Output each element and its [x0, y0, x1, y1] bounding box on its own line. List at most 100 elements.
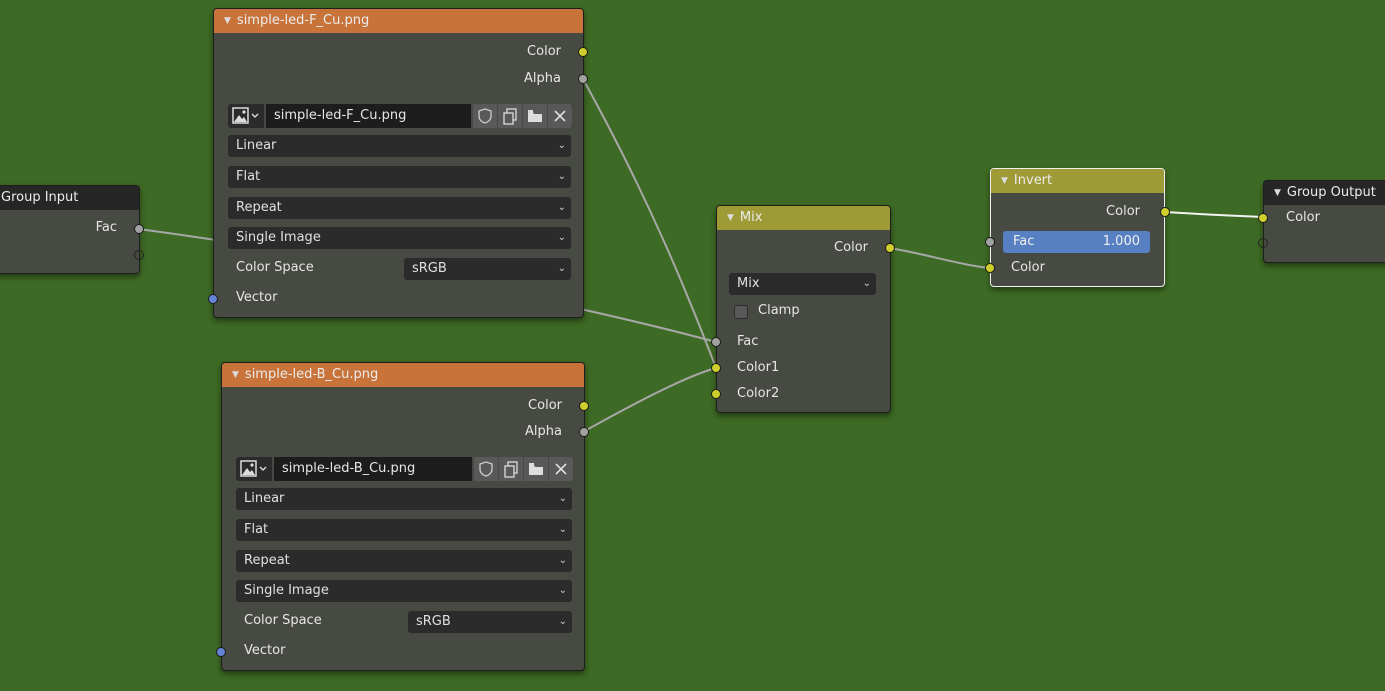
invert-node[interactable]: ▼ Invert Color Fac 1.000 Color: [985, 168, 1170, 287]
mix-color-output-socket[interactable]: [885, 243, 895, 253]
unlink-x-icon[interactable]: [548, 104, 572, 128]
chevron-down-icon: ⌄: [557, 171, 566, 182]
image-f-alpha-label: Alpha: [524, 71, 561, 86]
image-f-datablock[interactable]: simple-led-F_Cu.png: [228, 104, 572, 128]
image-f-projection-dropdown[interactable]: Flat ⌄: [228, 166, 571, 188]
image-f-color-space-value: sRGB: [412, 261, 447, 276]
link-imageF-alpha-to-mix-color1: [582, 78, 717, 369]
chevron-down-icon: ⌄: [558, 585, 567, 596]
chevron-down-icon: ⌄: [558, 616, 567, 627]
group-output-color-socket[interactable]: [1258, 213, 1268, 223]
image-b-datablock[interactable]: simple-led-B_Cu.png: [236, 457, 573, 481]
image-f-vector-label: Vector: [236, 290, 278, 305]
group-input-fac-socket[interactable]: [134, 224, 144, 234]
chevron-down-icon: ⌄: [557, 202, 566, 213]
mix-color1-input-socket[interactable]: [711, 363, 721, 373]
unlink-x-icon[interactable]: [549, 457, 573, 481]
mix-blend-mode-dropdown[interactable]: Mix ⌄: [729, 273, 876, 295]
fake-user-shield-icon[interactable]: [473, 104, 497, 128]
image-texture-node-f[interactable]: ▼ simple-led-F_Cu.png Color Alpha simple-…: [208, 8, 588, 318]
group-output-node[interactable]: ▼ Group Output Color: [1258, 180, 1385, 263]
collapse-arrow-icon[interactable]: ▼: [1274, 181, 1281, 205]
image-f-title: simple-led-F_Cu.png: [236, 13, 370, 28]
image-b-source-dropdown[interactable]: Single Image ⌄: [236, 580, 572, 602]
image-b-alpha-socket[interactable]: [579, 427, 589, 437]
image-b-interpolation-value: Linear: [244, 491, 285, 506]
clamp-checkbox[interactable]: [734, 305, 748, 319]
invert-fac-input-socket[interactable]: [985, 237, 995, 247]
mix-fac-input-socket[interactable]: [711, 337, 721, 347]
image-f-extension-dropdown[interactable]: Repeat ⌄: [228, 197, 571, 219]
image-f-source-dropdown[interactable]: Single Image ⌄: [228, 227, 571, 249]
image-b-header[interactable]: ▼ simple-led-B_Cu.png: [222, 363, 584, 387]
group-input-empty-socket[interactable]: [134, 250, 144, 260]
image-b-vector-socket[interactable]: [216, 647, 226, 657]
image-b-projection-value: Flat: [244, 522, 269, 537]
mix-color1-input-label: Color1: [737, 360, 780, 375]
image-f-color-socket[interactable]: [578, 47, 588, 57]
open-folder-icon[interactable]: [523, 104, 547, 128]
invert-fac-label: Fac: [1013, 234, 1035, 249]
mix-color-output-label: Color: [834, 240, 868, 255]
chevron-down-icon: ⌄: [557, 263, 566, 274]
group-input-node[interactable]: Group Input Fac: [0, 185, 144, 274]
link-invert-color-to-group-output: [1163, 211, 1265, 218]
image-b-name-field[interactable]: simple-led-B_Cu.png: [274, 457, 472, 481]
image-type-icon[interactable]: [228, 104, 264, 128]
image-type-icon[interactable]: [236, 457, 272, 481]
open-folder-icon[interactable]: [524, 457, 548, 481]
duplicate-icon[interactable]: [498, 104, 522, 128]
image-f-extension-value: Repeat: [236, 200, 282, 215]
chevron-down-icon: ⌄: [558, 555, 567, 566]
collapse-arrow-icon[interactable]: ▼: [727, 206, 734, 230]
collapse-arrow-icon[interactable]: ▼: [224, 9, 231, 33]
mix-header[interactable]: ▼ Mix: [717, 206, 890, 230]
image-b-projection-dropdown[interactable]: Flat ⌄: [236, 519, 572, 541]
image-f-name-field[interactable]: simple-led-F_Cu.png: [266, 104, 471, 128]
invert-color-input-socket[interactable]: [985, 263, 995, 273]
group-output-title: Group Output: [1286, 185, 1376, 200]
image-f-interpolation-value: Linear: [236, 138, 277, 153]
image-b-title: simple-led-B_Cu.png: [244, 367, 379, 382]
invert-header[interactable]: ▼ Invert: [991, 169, 1164, 193]
invert-color-output-socket[interactable]: [1160, 207, 1170, 217]
image-f-interpolation-dropdown[interactable]: Linear ⌄: [228, 135, 571, 157]
image-b-extension-dropdown[interactable]: Repeat ⌄: [236, 550, 572, 572]
image-texture-node-b[interactable]: ▼ simple-led-B_Cu.png Color Alpha simple-…: [216, 362, 589, 671]
image-b-alpha-label: Alpha: [525, 424, 562, 439]
collapse-arrow-icon[interactable]: ▼: [1001, 169, 1008, 193]
group-input-header[interactable]: Group Input: [0, 186, 139, 210]
image-f-alpha-socket[interactable]: [578, 74, 588, 84]
invert-color-output-label: Color: [1106, 204, 1140, 219]
group-output-empty-socket[interactable]: [1258, 238, 1268, 248]
link-imageB-alpha-to-mix-color2: [582, 367, 717, 433]
image-f-color-space-dropdown[interactable]: sRGB ⌄: [404, 258, 571, 280]
clamp-label: Clamp: [758, 303, 800, 318]
invert-fac-slider[interactable]: Fac 1.000: [1003, 231, 1150, 253]
image-f-source-value: Single Image: [236, 230, 321, 245]
mix-color2-input-socket[interactable]: [711, 389, 721, 399]
image-f-header[interactable]: ▼ simple-led-F_Cu.png: [214, 9, 583, 33]
image-b-vector-label: Vector: [244, 643, 286, 658]
image-f-vector-socket[interactable]: [208, 294, 218, 304]
image-b-extension-value: Repeat: [244, 553, 290, 568]
image-b-color-space-value: sRGB: [416, 614, 451, 629]
image-b-interpolation-dropdown[interactable]: Linear ⌄: [236, 488, 572, 510]
image-b-source-value: Single Image: [244, 583, 329, 598]
chevron-down-icon: ⌄: [558, 493, 567, 504]
image-b-color-space-label: Color Space: [244, 613, 322, 628]
image-b-color-socket[interactable]: [579, 401, 589, 411]
group-output-header[interactable]: ▼ Group Output: [1264, 181, 1385, 205]
image-b-color-space-dropdown[interactable]: sRGB ⌄: [408, 611, 572, 633]
group-input-title: Group Input: [1, 190, 79, 205]
chevron-down-icon: ⌄: [862, 278, 871, 289]
invert-fac-value: 1.000: [1102, 234, 1140, 249]
collapse-arrow-icon[interactable]: ▼: [232, 363, 239, 387]
mix-fac-input-label: Fac: [737, 334, 759, 349]
chevron-down-icon: ⌄: [558, 524, 567, 535]
fake-user-shield-icon[interactable]: [474, 457, 498, 481]
mix-title: Mix: [739, 210, 763, 225]
mix-node[interactable]: ▼ Mix Color Mix ⌄ Clamp Fac Color1 Color2: [711, 205, 895, 413]
chevron-down-icon: ⌄: [557, 232, 566, 243]
duplicate-icon[interactable]: [499, 457, 523, 481]
